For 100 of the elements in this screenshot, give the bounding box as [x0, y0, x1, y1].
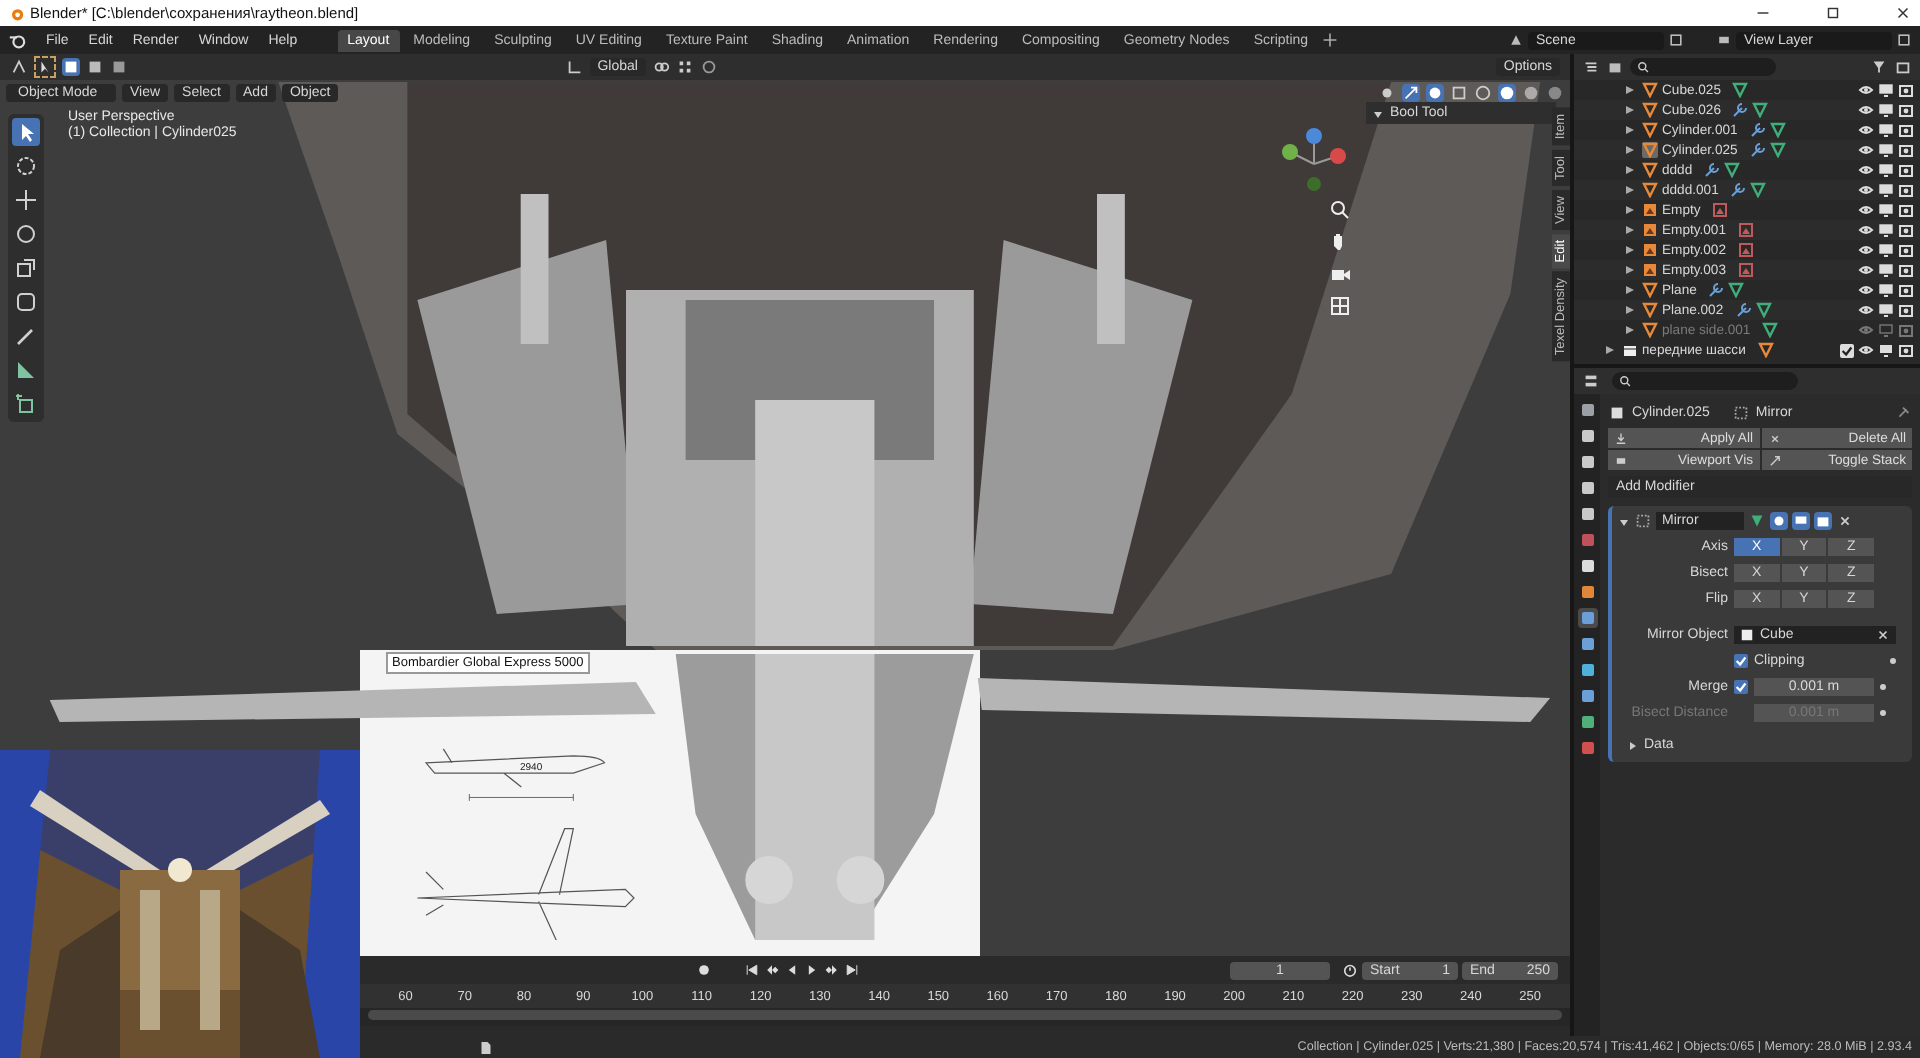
monitor-icon[interactable] — [1878, 82, 1894, 98]
collection-icon[interactable] — [1622, 342, 1638, 358]
snap-icon[interactable] — [675, 58, 694, 76]
eye-icon[interactable] — [1858, 122, 1874, 138]
select-tool-icon[interactable] — [34, 56, 56, 78]
play-reverse-icon[interactable] — [784, 962, 800, 978]
jump-start-icon[interactable] — [744, 962, 760, 978]
monitor-icon[interactable] — [1878, 222, 1894, 238]
eye-icon[interactable] — [1858, 342, 1874, 358]
rotate-tool-icon[interactable] — [12, 220, 40, 248]
move-tool-icon[interactable] — [12, 186, 40, 214]
visibility-icon[interactable] — [1378, 83, 1396, 101]
monitor-icon[interactable] — [1878, 302, 1894, 318]
record-icon[interactable] — [696, 962, 712, 978]
transform-pivot-icon[interactable] — [10, 58, 28, 76]
wrench-icon[interactable] — [1732, 102, 1749, 118]
mesh-object-icon[interactable] — [1642, 122, 1658, 138]
measure-tool-icon[interactable] — [12, 356, 40, 384]
clipping-checkbox[interactable] — [1734, 654, 1748, 668]
scrollbar[interactable] — [368, 1010, 1562, 1020]
cursor-tool-icon[interactable] — [12, 152, 40, 180]
monitor-icon[interactable] — [1878, 122, 1894, 138]
proportional-edit-icon[interactable] — [699, 58, 718, 76]
eye-icon[interactable] — [1858, 302, 1874, 318]
xray-icon[interactable] — [1450, 83, 1468, 101]
jump-end-icon[interactable] — [844, 962, 860, 978]
expand-arrow-icon[interactable] — [1372, 107, 1384, 119]
mesh-object-icon[interactable] — [1642, 102, 1658, 118]
search-field[interactable] — [1630, 58, 1776, 76]
eye-icon[interactable] — [1858, 262, 1874, 278]
previous-keyframe-icon[interactable] — [764, 962, 780, 978]
mesh-object-icon[interactable] — [1642, 282, 1658, 298]
eye-icon[interactable] — [1858, 282, 1874, 298]
eye-icon[interactable] — [1858, 102, 1874, 118]
link-icon[interactable] — [651, 58, 670, 76]
close-icon[interactable] — [1894, 4, 1912, 22]
image-data-icon[interactable] — [1738, 242, 1754, 258]
close-icon[interactable] — [1836, 512, 1854, 530]
empty-object-icon[interactable] — [1642, 242, 1658, 258]
blender-logo-icon[interactable] — [8, 31, 26, 49]
mesh-object-icon[interactable] — [1642, 82, 1658, 98]
mesh-object-icon[interactable] — [1757, 342, 1774, 358]
wireframe-shading-icon[interactable] — [1474, 83, 1492, 101]
collection-checkbox[interactable] — [1840, 343, 1854, 357]
orientation-icon[interactable] — [565, 58, 584, 76]
keyframe-dot-icon[interactable] — [1890, 658, 1896, 664]
wrench-icon[interactable] — [1704, 162, 1721, 178]
play-icon[interactable] — [804, 962, 820, 978]
monitor-icon[interactable] — [1792, 512, 1810, 530]
image-data-icon[interactable] — [1738, 222, 1754, 238]
eye-icon[interactable] — [1858, 162, 1874, 178]
new-collection-icon[interactable] — [1894, 58, 1912, 76]
monitor-icon[interactable] — [1878, 182, 1894, 198]
cage-icon[interactable] — [1770, 512, 1788, 530]
maximize-icon[interactable] — [1824, 4, 1842, 22]
expand-arrow-icon[interactable] — [1618, 515, 1630, 527]
material-shading-icon[interactable] — [1522, 83, 1540, 101]
scale-tool-icon[interactable] — [12, 254, 40, 282]
transform-tool-icon[interactable] — [12, 288, 40, 316]
eye-icon[interactable] — [1858, 82, 1874, 98]
monitor-icon[interactable] — [1878, 242, 1894, 258]
monitor-icon[interactable] — [1878, 102, 1894, 118]
keyframe-dot-icon[interactable] — [1880, 710, 1886, 716]
search-field[interactable] — [1612, 372, 1798, 390]
keyframe-dot-icon[interactable] — [1880, 684, 1886, 690]
filter-icon[interactable] — [1870, 58, 1888, 76]
rendered-shading-icon[interactable] — [1546, 83, 1564, 101]
monitor-icon[interactable] — [1878, 142, 1894, 158]
add-icon[interactable] — [1322, 32, 1339, 48]
monitor-icon[interactable] — [1878, 262, 1894, 278]
eye-icon[interactable] — [1858, 242, 1874, 258]
wrench-icon[interactable] — [1735, 302, 1752, 318]
eye-icon[interactable] — [1858, 182, 1874, 198]
stopwatch-icon[interactable] — [1342, 962, 1358, 978]
monitor-icon[interactable] — [1878, 162, 1894, 178]
next-keyframe-icon[interactable] — [824, 962, 840, 978]
copy-icon[interactable] — [1668, 32, 1684, 48]
pin-icon[interactable] — [1894, 403, 1912, 421]
eye-icon[interactable] — [1858, 142, 1874, 158]
monitor-icon[interactable] — [1878, 202, 1894, 218]
monitor-icon[interactable] — [1878, 282, 1894, 298]
image-data-icon[interactable] — [1738, 262, 1754, 278]
zoom-icon[interactable] — [1328, 198, 1352, 222]
mesh-object-icon[interactable] — [1642, 162, 1658, 178]
clear-icon[interactable] — [1876, 628, 1890, 642]
grid-icon[interactable] — [1328, 294, 1352, 318]
monitor-icon[interactable] — [1878, 342, 1894, 358]
eye-icon[interactable] — [1858, 222, 1874, 238]
mesh-object-icon[interactable] — [1642, 302, 1658, 318]
image-data-icon[interactable] — [1712, 202, 1729, 218]
wrench-icon[interactable] — [1708, 282, 1725, 298]
wrench-icon[interactable] — [1730, 182, 1747, 198]
copy-icon[interactable] — [1896, 32, 1912, 48]
select-tool-icon[interactable] — [12, 118, 40, 146]
editor-type-icon[interactable] — [1582, 372, 1600, 390]
display-mode-icon[interactable] — [1582, 58, 1600, 76]
wrench-icon[interactable] — [1749, 142, 1766, 158]
merge-checkbox[interactable] — [1734, 680, 1748, 694]
wrench-icon[interactable] — [1749, 122, 1766, 138]
camera-icon[interactable] — [1814, 512, 1832, 530]
